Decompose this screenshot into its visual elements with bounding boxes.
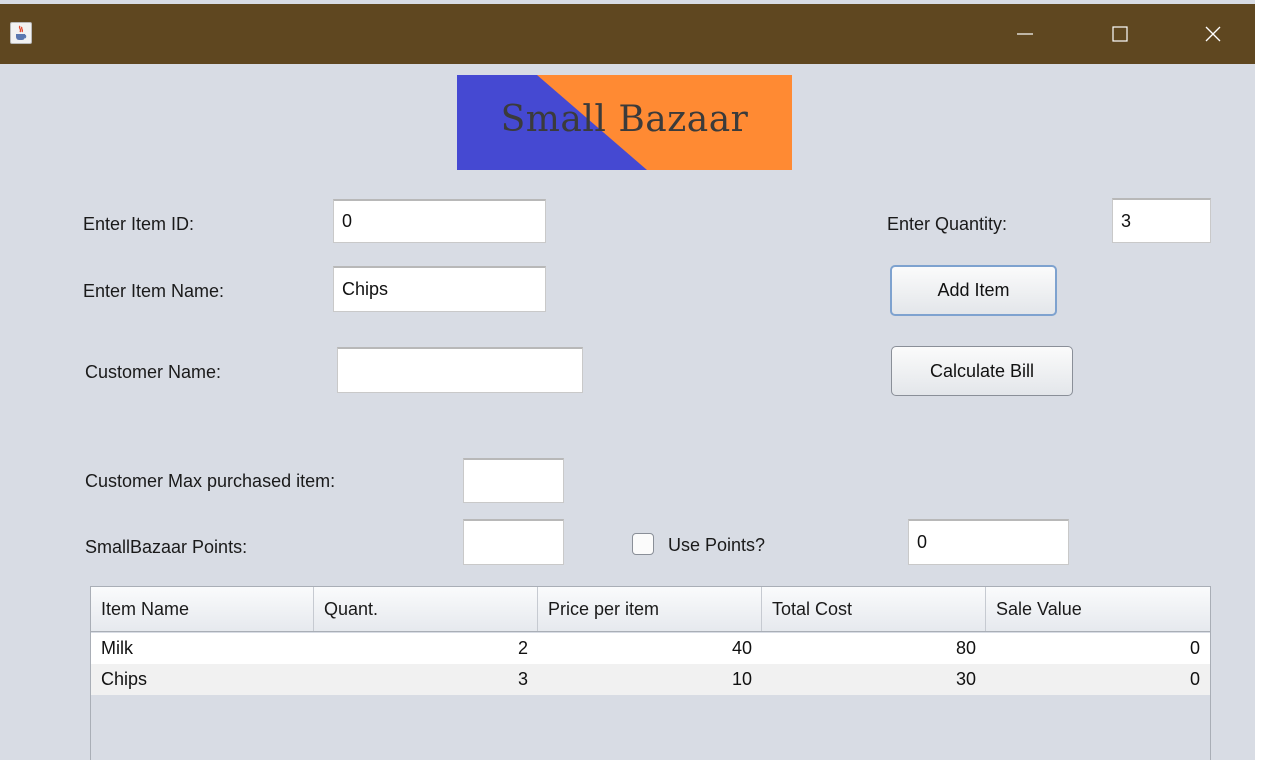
minimize-button[interactable]: [995, 4, 1055, 64]
cell-quantity: 3: [517, 669, 528, 689]
column-header-price[interactable]: Price per item: [538, 587, 762, 631]
column-header-item-name[interactable]: Item Name: [91, 587, 314, 631]
maximize-button[interactable]: [1090, 4, 1150, 64]
item-id-label: Enter Item ID:: [83, 214, 195, 234]
points-value-input[interactable]: [908, 519, 1069, 565]
cell-item-name: Chips: [101, 669, 148, 689]
table-row[interactable]: Milk 2 40 80 0: [91, 633, 1210, 664]
smallbazaar-points-label: SmallBazaar Points:: [85, 537, 248, 557]
cell-price: 10: [731, 669, 752, 689]
customer-max-item-label: Customer Max purchased item:: [85, 471, 336, 491]
table-header: Item Name Quant. Price per item Total Co…: [91, 587, 1210, 632]
item-name-label: Enter Item Name:: [83, 281, 225, 301]
column-header-sale-value[interactable]: Sale Value: [986, 587, 1210, 631]
app-window: Small Bazaar Enter Item ID: Enter Item N…: [0, 0, 1255, 760]
quantity-label: Enter Quantity:: [887, 214, 1008, 234]
column-header-quantity[interactable]: Quant.: [314, 587, 538, 631]
minimize-icon: [1017, 33, 1033, 35]
items-table[interactable]: Item Name Quant. Price per item Total Co…: [90, 586, 1211, 760]
table-row[interactable]: Chips 3 10 30 0: [91, 664, 1210, 695]
java-cup-icon: [10, 22, 32, 44]
customer-max-item-input[interactable]: [463, 458, 564, 503]
quantity-input[interactable]: [1112, 198, 1211, 243]
small-bazaar-logo: Small Bazaar: [457, 75, 792, 170]
smallbazaar-points-input[interactable]: [463, 519, 564, 565]
cell-sale-value: 0: [1189, 638, 1200, 658]
maximize-icon: [1112, 26, 1128, 42]
customer-name-label: Customer Name:: [85, 362, 222, 382]
add-item-button[interactable]: Add Item: [890, 265, 1057, 316]
cell-total-cost: 80: [955, 638, 976, 658]
calculate-bill-button[interactable]: Calculate Bill: [891, 346, 1073, 396]
customer-name-input[interactable]: [337, 347, 583, 393]
close-icon: [1205, 26, 1221, 42]
cell-item-name: Milk: [101, 638, 133, 658]
title-bar[interactable]: [0, 4, 1255, 64]
logo-text: Small Bazaar: [500, 99, 749, 140]
use-points-label: Use Points?: [668, 535, 766, 555]
cell-quantity: 2: [517, 638, 528, 658]
cell-total-cost: 30: [955, 669, 976, 689]
cell-sale-value: 0: [1189, 669, 1200, 689]
column-header-total-cost[interactable]: Total Cost: [762, 587, 986, 631]
use-points-checkbox[interactable]: [632, 533, 654, 555]
close-button[interactable]: [1183, 4, 1243, 64]
item-name-input[interactable]: [333, 266, 546, 312]
cell-price: 40: [731, 638, 752, 658]
item-id-input[interactable]: [333, 199, 546, 243]
